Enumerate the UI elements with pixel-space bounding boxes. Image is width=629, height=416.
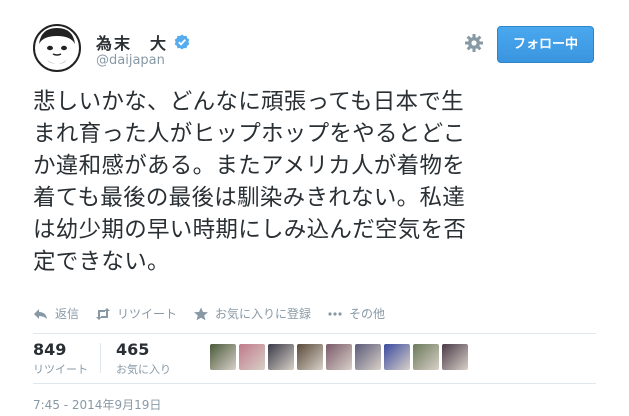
favoriter-avatar[interactable] [297, 344, 323, 370]
favoriter-avatar[interactable] [442, 344, 468, 370]
author-name[interactable]: 為末 大 [96, 30, 168, 54]
retweet-stat[interactable]: 849 リツイート [33, 340, 88, 377]
retweet-label: リツイート [117, 307, 178, 321]
reply-label: 返信 [55, 307, 80, 321]
favoriter-avatar[interactable] [384, 344, 410, 370]
retweet-count: 849 [33, 340, 67, 359]
favorite-label: お気に入りに登録 [215, 307, 312, 321]
favoriters-list [210, 344, 471, 370]
tweet-line: か違和感がある。またアメリカ人が着物を [33, 153, 466, 179]
divider [33, 383, 596, 384]
author-name-row[interactable]: 為末 大 [96, 30, 190, 54]
avatar-illustration [33, 24, 81, 72]
tweet-text: 悲しいかな、どんなに頑張っても日本で生 まれ育った人がヒップホップをやるとどこ … [33, 86, 603, 278]
tweet-line: まれ育った人がヒップホップをやるとどこ [33, 121, 466, 147]
tweet-actions: 返信 リツイート お気に入りに登録 その他 [33, 305, 401, 322]
author-avatar[interactable] [33, 24, 81, 72]
favorite-button[interactable]: お気に入りに登録 [193, 305, 311, 322]
reply-icon [33, 307, 49, 321]
tweet-timestamp[interactable]: 7:45 - 2014年9月19日 [33, 396, 161, 413]
following-button[interactable]: フォロー中 [497, 26, 594, 63]
verified-badge-icon [174, 34, 190, 50]
star-icon [193, 307, 209, 321]
favorite-stat[interactable]: 465 お気に入り [116, 340, 171, 377]
divider [33, 333, 596, 334]
favoriter-avatar[interactable] [355, 344, 381, 370]
tweet-line: 悲しいかな、どんなに頑張っても日本で生 [33, 89, 464, 115]
retweet-button[interactable]: リツイート [95, 305, 177, 322]
author-handle[interactable]: @daijapan [96, 53, 165, 68]
gear-icon[interactable] [464, 33, 484, 53]
favoriter-avatar[interactable] [239, 344, 265, 370]
favoriter-avatar[interactable] [268, 344, 294, 370]
tweet-line: 着ても最後の最後は馴染みきれない。私達 [33, 185, 466, 211]
reply-button[interactable]: 返信 [33, 305, 79, 322]
tweet-line: 定できない。 [33, 249, 170, 275]
favoriter-avatar[interactable] [413, 344, 439, 370]
retweet-count-label: リツイート [33, 363, 88, 376]
favoriter-avatar[interactable] [210, 344, 236, 370]
more-dots-icon [327, 307, 343, 321]
favorite-count-label: お気に入り [116, 363, 171, 376]
more-label: その他 [349, 307, 386, 321]
more-button[interactable]: その他 [327, 305, 385, 322]
tweet-line: は幼少期の早い時期にしみ込んだ空気を否 [33, 217, 467, 243]
favoriter-avatar[interactable] [326, 344, 352, 370]
favorite-count: 465 [116, 340, 150, 359]
stat-separator [100, 343, 101, 373]
retweet-icon [95, 307, 111, 321]
